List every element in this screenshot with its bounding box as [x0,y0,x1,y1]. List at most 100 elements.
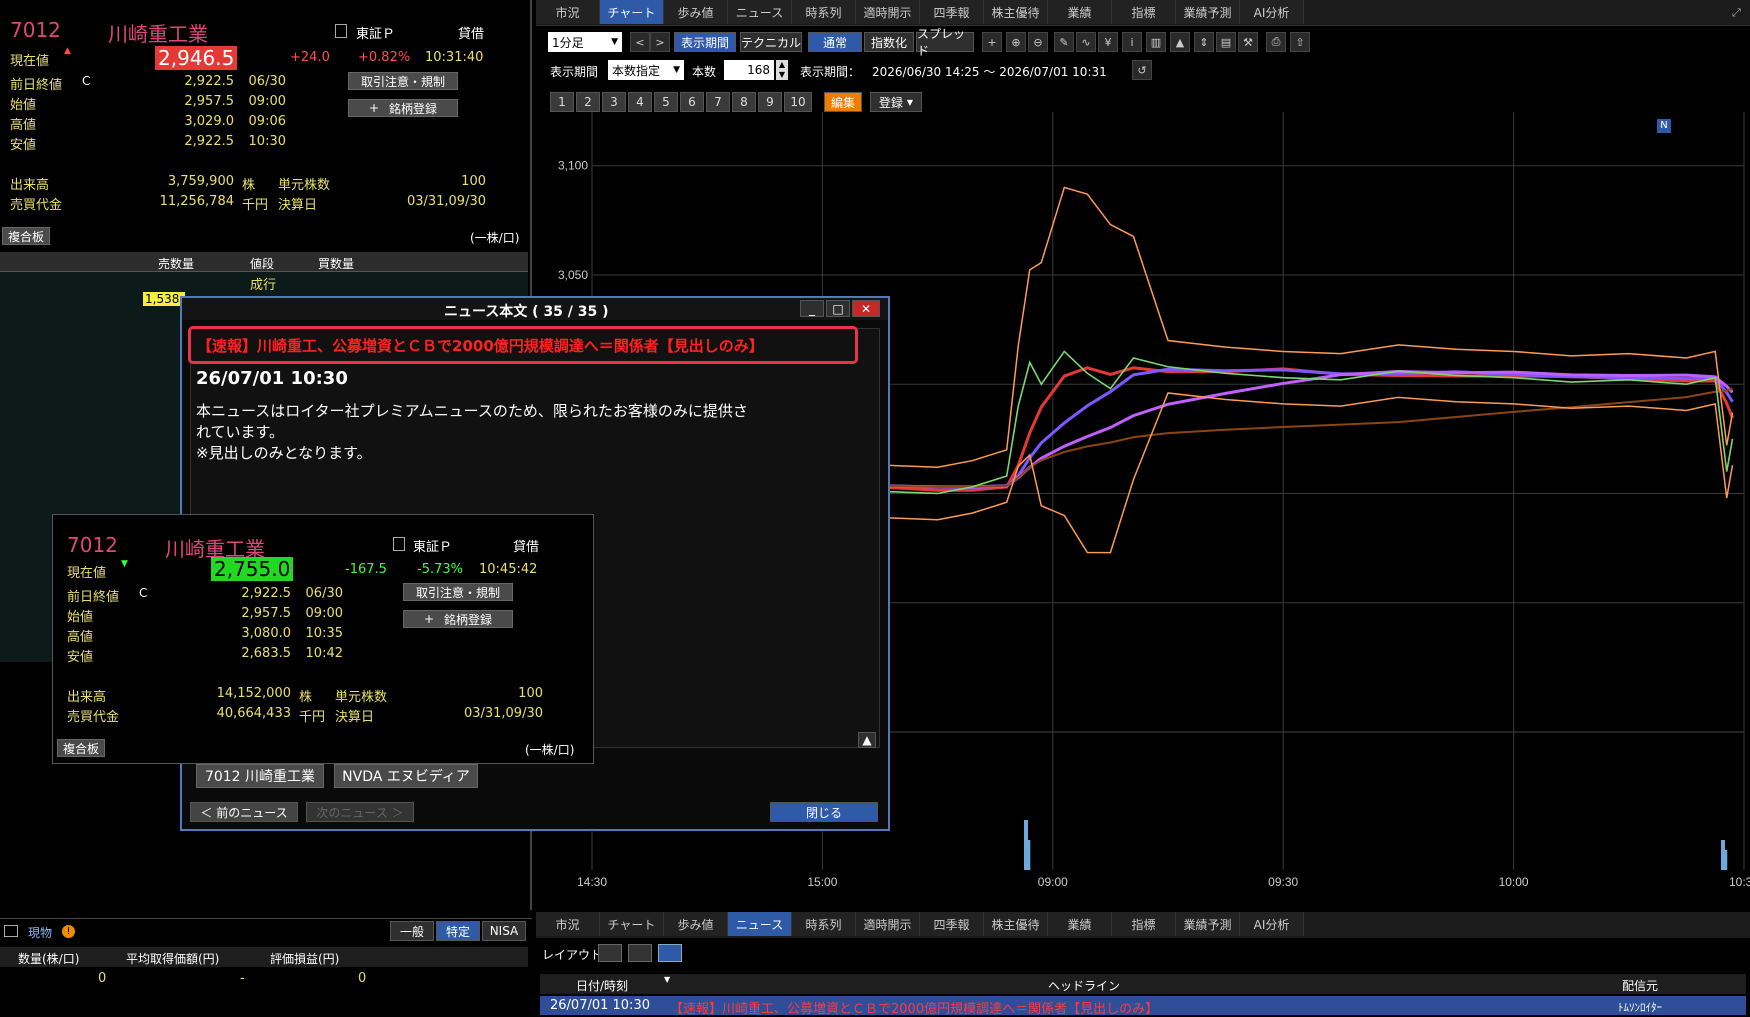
area-icon[interactable]: ▲ [1170,32,1190,52]
period-button[interactable]: 表示期間 [674,32,736,52]
btab-chart[interactable]: チャート [600,912,664,936]
period-mode-value: 本数指定 [612,63,661,78]
tab-indicators[interactable]: 指標 [1112,0,1176,24]
preset-8[interactable]: 8 [732,92,756,112]
preset-5[interactable]: 5 [654,92,678,112]
tab-benefits[interactable]: 株主優待 [984,0,1048,24]
preset-4[interactable]: 4 [628,92,652,112]
caution-button[interactable]: 取引注意・規制 [348,72,458,90]
news-header-headline[interactable]: ヘッドライン [1048,977,1120,994]
count-input[interactable]: 168 [724,60,774,80]
tab-nisa[interactable]: NISA [482,921,526,941]
news-tag-nvda[interactable]: NVDA エヌビディア [334,764,478,788]
btab-timeseries[interactable]: 時系列 [792,912,856,936]
yen-icon[interactable]: ¥ [1098,32,1118,52]
prev-arrow-icon[interactable]: < [630,32,650,52]
positions-qty: 0 [98,971,107,986]
composite-board-button[interactable]: 複合板 [2,227,50,245]
open-label: 始値 [10,98,37,113]
export-icon[interactable]: ⇧ [1290,32,1310,52]
btab-market[interactable]: 市況 [536,912,600,936]
tab-ticks[interactable]: 歩み値 [664,0,728,24]
layout-icon-2[interactable] [628,944,652,962]
news-tag-kawasaki[interactable]: 7012 川崎重工業 [196,764,324,788]
chevron-down-icon: ▼ [611,37,618,47]
zoom-in-icon[interactable]: ⊕ [1006,32,1026,52]
scroll-up-icon[interactable]: ▲ [858,732,876,748]
btab-forecast[interactable]: 業績予測 [1176,912,1240,936]
news-header-source[interactable]: 配信元 [1622,977,1658,994]
popup-low-label: 安値 [67,650,94,665]
print-icon[interactable]: ⎙ [1266,32,1286,52]
tab-market[interactable]: 市況 [536,0,600,24]
register-button[interactable]: + 銘柄登録 [348,99,458,117]
tab-news[interactable]: ニュース [728,0,792,24]
tab-forecast[interactable]: 業績予測 [1176,0,1240,24]
close-icon[interactable]: ✕ [852,300,880,317]
popup-composite-board-button[interactable]: 複合板 [57,739,105,757]
preset-6[interactable]: 6 [680,92,704,112]
count-stepper-icon[interactable]: ▲ ▼ [776,60,788,80]
btab-quarterly[interactable]: 四季報 [920,912,984,936]
index-button[interactable]: 指数化 [864,32,914,52]
layout-icon-3[interactable] [658,944,682,962]
news-close-button[interactable]: 閉じる [770,802,878,822]
expand-icon[interactable]: ⤢ [1732,6,1741,20]
btab-indicators[interactable]: 指標 [1112,912,1176,936]
preset-7[interactable]: 7 [706,92,730,112]
news-header-date[interactable]: 日付/時刻 [576,977,628,994]
tab-ai[interactable]: AI分析 [1240,0,1304,24]
btab-benefits[interactable]: 株主優待 [984,912,1048,936]
tab-quarterly[interactable]: 四季報 [920,0,984,24]
crosshair-icon[interactable]: + [982,32,1002,52]
maximize-icon[interactable]: □ [826,300,850,317]
tab-disclosure[interactable]: 適時開示 [856,0,920,24]
bars-icon[interactable]: ▥ [1146,32,1166,52]
reset-icon[interactable]: ↺ [1132,60,1152,80]
btab-results[interactable]: 業績 [1048,912,1112,936]
info-icon[interactable]: i [1122,32,1142,52]
normal-button[interactable]: 通常 [808,32,862,52]
news-body-line3: ※見出しのみとなります。 [196,444,372,462]
edit-button[interactable]: 編集 [824,92,862,112]
technical-button[interactable]: テクニカル [740,32,802,52]
popup-register-button[interactable]: + 銘柄登録 [403,610,513,628]
interval-select[interactable]: 1分足 ▼ [548,32,622,52]
preset-3[interactable]: 3 [602,92,626,112]
zoom-out-icon[interactable]: ⊖ [1028,32,1048,52]
tab-chart[interactable]: チャート [600,0,664,24]
news-dialog-titlebar[interactable]: ニュース本文 ( 35 / 35 ) _ □ ✕ [182,298,888,320]
prev-news-button[interactable]: ＜ 前のニュース [190,802,298,822]
news-marker[interactable]: N [1657,119,1671,133]
btab-ticks[interactable]: 歩み値 [664,912,728,936]
pencil-icon[interactable]: ✎ [1054,32,1074,52]
preset-2[interactable]: 2 [576,92,600,112]
period-mode-select[interactable]: 本数指定 ▼ [608,60,684,80]
news-row-source: ﾄﾑｿﾝﾛｲﾀｰ [1618,1001,1662,1014]
preset-9[interactable]: 9 [758,92,782,112]
btab-ai[interactable]: AI分析 [1240,912,1304,936]
layout-icon-1[interactable] [598,944,622,962]
board-header-sell: 売数量 [158,257,195,271]
prev-close-date: 06/30 [248,74,286,89]
trend-icon[interactable]: ∿ [1076,32,1096,52]
minimize-icon[interactable]: _ [800,300,824,317]
wrench-icon[interactable]: ⚒ [1238,32,1258,52]
auto-icon[interactable]: ⇕ [1194,32,1214,52]
register-dropdown[interactable]: 登録 ▼ [870,92,922,112]
tab-specific[interactable]: 特定 [436,921,480,941]
btab-news[interactable]: ニュース [728,912,792,936]
popup-caution-button[interactable]: 取引注意・規制 [403,583,513,601]
btab-disclosure[interactable]: 適時開示 [856,912,920,936]
tab-general[interactable]: 一般 [390,921,434,941]
tab-timeseries[interactable]: 時系列 [792,0,856,24]
tab-results[interactable]: 業績 [1048,0,1112,24]
popup-current-label: 現在値 [67,566,107,581]
preset-1[interactable]: 1 [550,92,574,112]
high-label: 高値 [10,118,37,133]
spread-button[interactable]: スプレッド [916,27,974,58]
next-news-button[interactable]: 次のニュース ＞ [306,802,414,822]
preset-10[interactable]: 10 [784,92,812,112]
next-arrow-icon[interactable]: > [650,32,670,52]
volume-icon[interactable]: ▤ [1216,32,1236,52]
